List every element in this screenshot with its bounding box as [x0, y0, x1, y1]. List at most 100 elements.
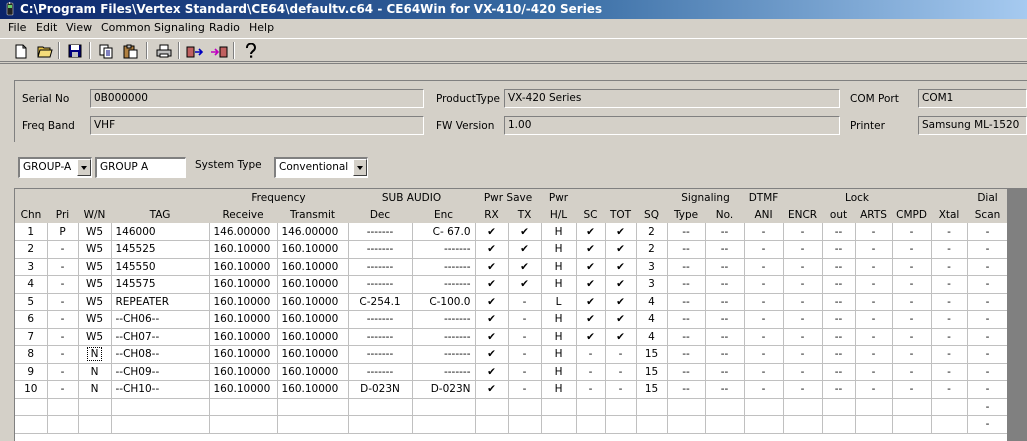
open-button[interactable]	[34, 41, 55, 61]
table-cell[interactable]	[605, 415, 637, 434]
table-cell[interactable]	[277, 415, 349, 434]
table-cell[interactable]	[576, 415, 606, 434]
table-cell[interactable]	[931, 398, 968, 416]
table-cell[interactable]: L	[541, 293, 577, 311]
table-cell[interactable]: W5	[78, 258, 112, 276]
table-cell[interactable]: 160.10000	[277, 240, 349, 259]
table-cell[interactable]: D-023N	[412, 380, 476, 399]
table-cell[interactable]: -	[931, 345, 968, 364]
table-cell[interactable]: --	[822, 310, 856, 329]
table-cell[interactable]: -	[783, 223, 823, 241]
table-cell[interactable]: -	[967, 223, 1009, 241]
table-cell[interactable]	[667, 415, 706, 434]
table-cell[interactable]	[541, 398, 577, 416]
table-cell[interactable]: N	[78, 363, 112, 381]
table-cell[interactable]: P	[47, 223, 79, 241]
table-cell[interactable]: --	[705, 363, 745, 381]
table-cell[interactable]: -	[931, 293, 968, 311]
table-cell[interactable]	[508, 398, 542, 416]
table-cell[interactable]	[822, 398, 856, 416]
table-cell[interactable]	[475, 415, 509, 434]
table-cell[interactable]: --	[705, 258, 745, 276]
menu-edit[interactable]: Edit	[36, 21, 57, 34]
table-cell[interactable]: 160.10000	[277, 293, 349, 311]
table-row[interactable]: 6- W5 --CH06-- 160.10000 160.10000 ------- ---…	[15, 310, 1009, 329]
copy-button[interactable]	[96, 41, 117, 61]
table-cell[interactable]: H	[541, 240, 577, 259]
table-cell[interactable]: -	[576, 345, 606, 364]
table-cell[interactable]: -	[783, 258, 823, 276]
table-cell[interactable]: -------	[412, 240, 476, 259]
table-cell[interactable]: -	[967, 240, 1009, 259]
table-cell[interactable]: -	[855, 258, 893, 276]
table-cell[interactable]: ✔	[605, 223, 637, 241]
table-cell[interactable]	[47, 415, 79, 434]
table-cell[interactable]: --	[822, 363, 856, 381]
table-cell[interactable]: --CH10--	[111, 380, 210, 399]
table-cell[interactable]: --	[667, 293, 706, 311]
table-cell[interactable]: -	[855, 223, 893, 241]
menu-file[interactable]: File	[8, 21, 26, 34]
table-cell[interactable]: -------	[348, 275, 413, 294]
table-cell[interactable]: 2	[636, 223, 668, 241]
table-cell[interactable]: -	[855, 328, 893, 346]
table-cell[interactable]: 146.00000	[277, 223, 349, 241]
table-cell[interactable]: -	[931, 380, 968, 399]
table-cell[interactable]: 145550	[111, 258, 210, 276]
table-row[interactable]: 3- W5 145550 160.10000 160.10000 ------- -----…	[15, 258, 1009, 276]
table-row[interactable]: 2- W5 145525 160.10000 160.10000 ------- -----…	[15, 240, 1009, 259]
table-cell[interactable]: -	[931, 363, 968, 381]
table-row[interactable]: -	[15, 398, 1009, 416]
table-cell[interactable]: -	[744, 275, 784, 294]
table-cell[interactable]: -	[855, 293, 893, 311]
table-cell[interactable]: -	[967, 258, 1009, 276]
table-cell[interactable]: --	[667, 223, 706, 241]
table-cell[interactable]: -	[783, 240, 823, 259]
table-cell[interactable]: ✔	[576, 223, 606, 241]
table-cell[interactable]: 160.10000	[209, 293, 278, 311]
table-cell[interactable]: -	[967, 328, 1009, 346]
table-cell[interactable]: -	[744, 328, 784, 346]
table-cell[interactable]: -	[931, 328, 968, 346]
table-cell[interactable]: 4	[636, 310, 668, 329]
menu-common[interactable]: Common	[101, 21, 151, 34]
table-cell[interactable]: ✔	[475, 310, 509, 329]
table-cell[interactable]: -	[783, 275, 823, 294]
table-cell[interactable]	[541, 415, 577, 434]
table-cell[interactable]	[705, 398, 745, 416]
table-row[interactable]: 9- N --CH09-- 160.10000 160.10000 ------- ----…	[15, 363, 1009, 381]
table-cell[interactable]	[855, 398, 893, 416]
table-cell[interactable]: -	[605, 363, 637, 381]
table-cell[interactable]: 5	[15, 293, 48, 311]
table-row[interactable]: 7- W5 --CH07-- 160.10000 160.10000 ------- ---…	[15, 328, 1009, 346]
table-cell[interactable]: ✔	[475, 258, 509, 276]
table-cell[interactable]: -	[605, 380, 637, 399]
table-cell[interactable]: ✔	[605, 310, 637, 329]
table-cell[interactable]: 146.00000	[209, 223, 278, 241]
table-cell[interactable]: ✔	[475, 345, 509, 364]
table-cell[interactable]: ✔	[475, 380, 509, 399]
table-cell[interactable]: -	[892, 223, 932, 241]
chevron-down-icon[interactable]	[353, 159, 367, 176]
table-cell[interactable]: -	[783, 345, 823, 364]
table-cell[interactable]: --	[822, 345, 856, 364]
table-cell[interactable]: -	[47, 345, 79, 364]
paste-button[interactable]	[120, 41, 141, 61]
table-cell[interactable]: --	[667, 328, 706, 346]
table-cell[interactable]: 160.10000	[277, 258, 349, 276]
table-cell[interactable]	[744, 415, 784, 434]
table-cell[interactable]: 10	[15, 380, 48, 399]
menu-view[interactable]: View	[66, 21, 92, 34]
column-header[interactable]: ENCR	[783, 206, 823, 223]
column-header[interactable]: W/N	[78, 206, 111, 223]
table-cell[interactable]	[412, 398, 476, 416]
table-cell[interactable]: -	[967, 363, 1009, 381]
table-cell[interactable]: -	[931, 258, 968, 276]
table-cell[interactable]: -------	[348, 345, 413, 364]
column-header[interactable]: Xtal	[931, 206, 968, 223]
column-header[interactable]: Receive	[209, 206, 277, 223]
table-cell[interactable]	[209, 415, 278, 434]
group-select[interactable]: GROUP-A	[18, 157, 92, 178]
table-cell[interactable]: -	[855, 380, 893, 399]
table-cell[interactable]: ✔	[605, 328, 637, 346]
